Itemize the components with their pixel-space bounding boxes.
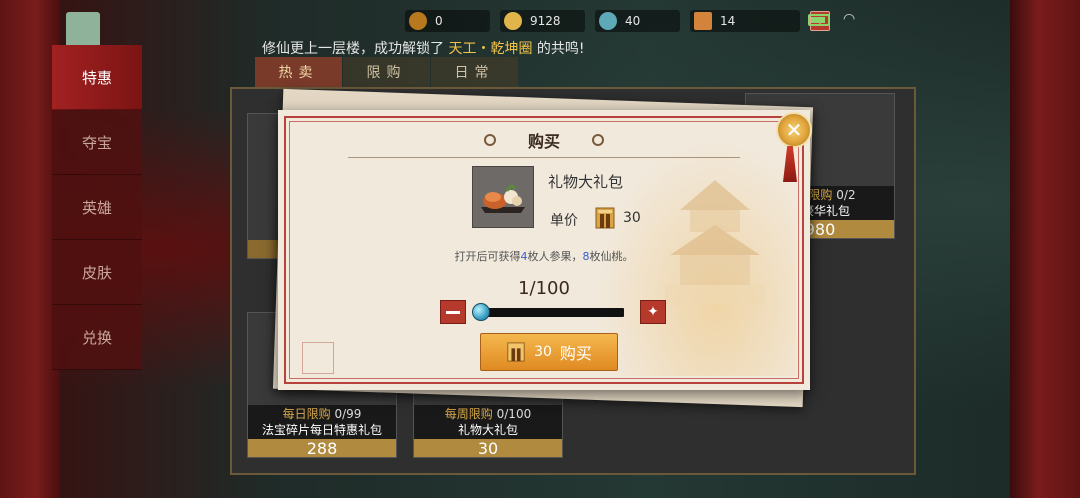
- resource-value: 40: [625, 14, 641, 28]
- desc-number: 8: [582, 250, 590, 263]
- ticker-prefix: 修仙更上一层楼，成功解锁了: [262, 41, 444, 57]
- battery-icon: [808, 14, 830, 26]
- ticker-suffix: 的共鸣!: [536, 41, 585, 57]
- scroll-icon: [409, 12, 427, 30]
- wifi-icon: ◠: [843, 11, 856, 27]
- tab-daily[interactable]: 日常: [431, 57, 518, 87]
- gold-ingot-icon: [504, 12, 522, 30]
- resource-scroll[interactable]: 0: [405, 10, 490, 32]
- swirl-ornament-icon: [592, 134, 604, 146]
- card-price: 288: [248, 439, 396, 458]
- item-description: 打开后可获得4枚人参果，8枚仙桃。: [278, 248, 810, 264]
- card-caption: 每日限购 0/99 法宝碎片每日特惠礼包: [248, 405, 396, 439]
- purchase-dialog: 购买 礼物大礼包 单价 30 打开后可获得4枚人参果，8枚仙桃。 1/100 ✦: [278, 110, 810, 390]
- ticker-highlight: 天工・乾坤圈: [448, 41, 533, 57]
- unit-price-value: 30: [623, 210, 641, 226]
- gate-token-icon: [507, 342, 525, 362]
- resource-gold[interactable]: 9128: [500, 10, 585, 32]
- nav-item-skins[interactable]: 皮肤: [52, 240, 142, 305]
- item-name: 礼物大礼包: [548, 173, 624, 191]
- desc-text: 打开后可获得: [454, 250, 521, 263]
- card-caption: 每周限购 0/100 礼物大礼包: [414, 405, 562, 439]
- gate-token-icon: [694, 12, 712, 30]
- announcement-ticker: 修仙更上一层楼，成功解锁了 天工・乾坤圈 的共鸣!: [262, 38, 585, 58]
- card-count: 0/2: [836, 188, 856, 202]
- buy-price: 30: [534, 344, 552, 360]
- desc-number: 4: [520, 250, 528, 263]
- resource-value: 14: [720, 14, 736, 28]
- gate-token-icon: [595, 207, 615, 229]
- card-count: 0/100: [496, 407, 532, 421]
- unit-price-label: 单价: [550, 213, 578, 229]
- resource-bar: 0 9128 40 14 ✦: [405, 10, 830, 32]
- seal-stamp: [302, 342, 334, 374]
- nav-item-heroes[interactable]: 英雄: [52, 175, 142, 240]
- gift-food-icon: [481, 184, 525, 213]
- right-curtain: [1010, 0, 1080, 498]
- buy-label: 购买: [559, 344, 592, 363]
- card-limit: 每周限购: [444, 407, 493, 421]
- card-count: 0/99: [334, 407, 362, 421]
- nav-item-exchange[interactable]: 兑换: [52, 305, 142, 370]
- card-price: 30: [414, 439, 562, 458]
- left-nav: 特惠 夺宝 英雄 皮肤 兑换: [52, 45, 142, 370]
- left-curtain: [0, 0, 60, 498]
- buy-button[interactable]: 30 购买: [480, 333, 618, 371]
- nav-item-treasure[interactable]: 夺宝: [52, 110, 142, 175]
- jade-icon: [599, 12, 617, 30]
- quantity-display: 1/100: [518, 278, 570, 299]
- decrease-quantity-button[interactable]: [440, 300, 466, 324]
- quantity-slider-handle[interactable]: [472, 303, 490, 321]
- title-divider: [348, 157, 740, 158]
- shop-tabs: 热卖 限购 日常: [255, 57, 519, 87]
- card-name: 法宝碎片每日特惠礼包: [261, 423, 382, 437]
- swirl-ornament-icon: [483, 134, 496, 146]
- quantity-slider[interactable]: [476, 308, 624, 317]
- dialog-title: 购买: [527, 132, 560, 151]
- increase-quantity-button[interactable]: ✦: [640, 300, 666, 324]
- tab-limited[interactable]: 限购: [343, 57, 430, 87]
- tab-hot[interactable]: 热卖: [255, 57, 342, 87]
- resource-gate-token[interactable]: 14: [690, 10, 800, 32]
- desc-text: 枚人参果，: [527, 250, 583, 263]
- resource-value: 9128: [530, 14, 561, 28]
- dialog-header: 购买: [278, 128, 810, 152]
- card-limit: 每日限购: [282, 407, 331, 421]
- resource-value: 0: [435, 14, 443, 28]
- desc-text: 枚仙桃。: [589, 250, 634, 263]
- item-thumbnail: [472, 166, 534, 228]
- resource-jade[interactable]: 40: [595, 10, 680, 32]
- card-name: 礼物大礼包: [457, 423, 518, 437]
- close-button[interactable]: ✕: [776, 112, 812, 148]
- nav-item-special[interactable]: 特惠: [52, 45, 142, 110]
